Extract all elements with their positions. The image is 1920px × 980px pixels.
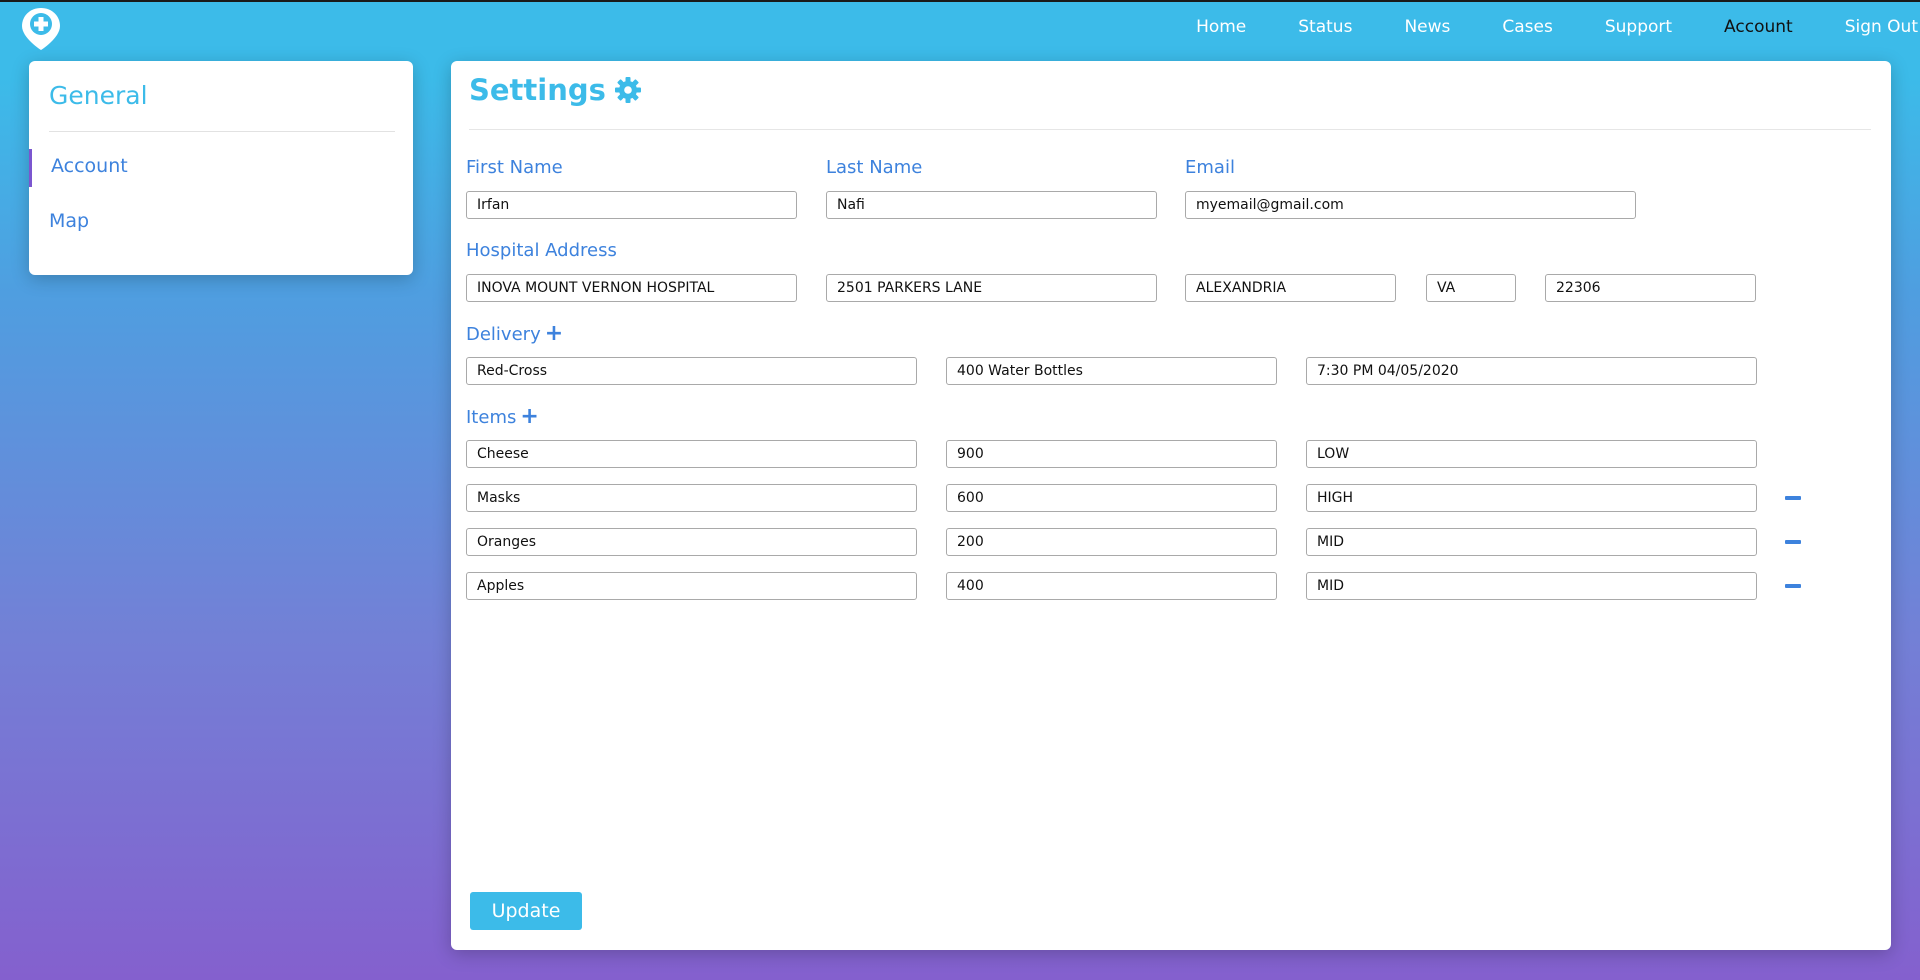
nav-news[interactable]: News bbox=[1404, 17, 1450, 37]
first-name-field[interactable] bbox=[466, 191, 797, 219]
update-button[interactable]: Update bbox=[470, 892, 582, 930]
nav-support[interactable]: Support bbox=[1605, 17, 1672, 37]
item-priority-field[interactable] bbox=[1306, 440, 1757, 468]
sidebar-item-label: Map bbox=[49, 210, 90, 232]
sidebar-heading: General bbox=[49, 81, 148, 110]
remove-item-minus-icon[interactable] bbox=[1785, 584, 1801, 588]
delivery-provider-field[interactable] bbox=[466, 357, 917, 385]
email-field[interactable] bbox=[1185, 191, 1636, 219]
hospital-pin-logo-icon[interactable] bbox=[20, 6, 62, 52]
delivery-contents-field[interactable] bbox=[946, 357, 1277, 385]
remove-item-minus-icon[interactable] bbox=[1785, 496, 1801, 500]
add-delivery-plus-icon[interactable]: + bbox=[545, 323, 563, 345]
sidebar-item-account[interactable]: Account bbox=[29, 149, 232, 187]
last-name-field[interactable] bbox=[826, 191, 1157, 219]
item-priority-field[interactable] bbox=[1306, 572, 1757, 600]
title-divider bbox=[469, 129, 1871, 130]
items-label: Items + bbox=[466, 406, 539, 428]
nav-cases[interactable]: Cases bbox=[1502, 17, 1552, 37]
item-quantity-field[interactable] bbox=[946, 572, 1277, 600]
sidebar-divider bbox=[49, 131, 395, 132]
item-priority-field[interactable] bbox=[1306, 528, 1757, 556]
item-name-field[interactable] bbox=[466, 572, 917, 600]
nav-home[interactable]: Home bbox=[1196, 17, 1246, 37]
remove-item-minus-icon[interactable] bbox=[1785, 540, 1801, 544]
hospital-address-label: Hospital Address bbox=[466, 240, 617, 261]
add-item-plus-icon[interactable]: + bbox=[520, 406, 538, 428]
item-name-field[interactable] bbox=[466, 484, 917, 512]
item-name-field[interactable] bbox=[466, 440, 917, 468]
delivery-time-field[interactable] bbox=[1306, 357, 1757, 385]
delivery-label: Delivery + bbox=[466, 323, 563, 345]
item-priority-field[interactable] bbox=[1306, 484, 1757, 512]
delivery-label-text: Delivery bbox=[466, 323, 541, 345]
item-quantity-field[interactable] bbox=[946, 484, 1277, 512]
page-title-text: Settings bbox=[469, 73, 606, 107]
item-quantity-field[interactable] bbox=[946, 528, 1277, 556]
sidebar-item-map[interactable]: Map bbox=[29, 204, 229, 242]
last-name-label: Last Name bbox=[826, 157, 923, 178]
nav-status[interactable]: Status bbox=[1298, 17, 1352, 37]
items-label-text: Items bbox=[466, 406, 517, 428]
email-label: Email bbox=[1185, 157, 1235, 178]
first-name-label: First Name bbox=[466, 157, 563, 178]
sidebar-item-label: Account bbox=[51, 155, 128, 177]
main-nav: Home Status News Cases Support Account S… bbox=[1170, 17, 1918, 37]
gear-icon bbox=[614, 77, 641, 103]
hospital-city-field[interactable] bbox=[1185, 274, 1396, 302]
top-navbar: Home Status News Cases Support Account S… bbox=[0, 0, 1920, 50]
page-title: Settings bbox=[469, 73, 642, 107]
hospital-state-field[interactable] bbox=[1426, 274, 1516, 302]
hospital-name-field[interactable] bbox=[466, 274, 797, 302]
settings-panel: Settings First Name Last Name Email Hosp… bbox=[451, 61, 1891, 950]
settings-sidebar: General Account Map bbox=[29, 61, 413, 275]
item-name-field[interactable] bbox=[466, 528, 917, 556]
nav-account[interactable]: Account bbox=[1724, 17, 1793, 37]
hospital-street-field[interactable] bbox=[826, 274, 1157, 302]
hospital-zip-field[interactable] bbox=[1545, 274, 1756, 302]
nav-sign-out[interactable]: Sign Out bbox=[1845, 17, 1918, 37]
item-quantity-field[interactable] bbox=[946, 440, 1277, 468]
